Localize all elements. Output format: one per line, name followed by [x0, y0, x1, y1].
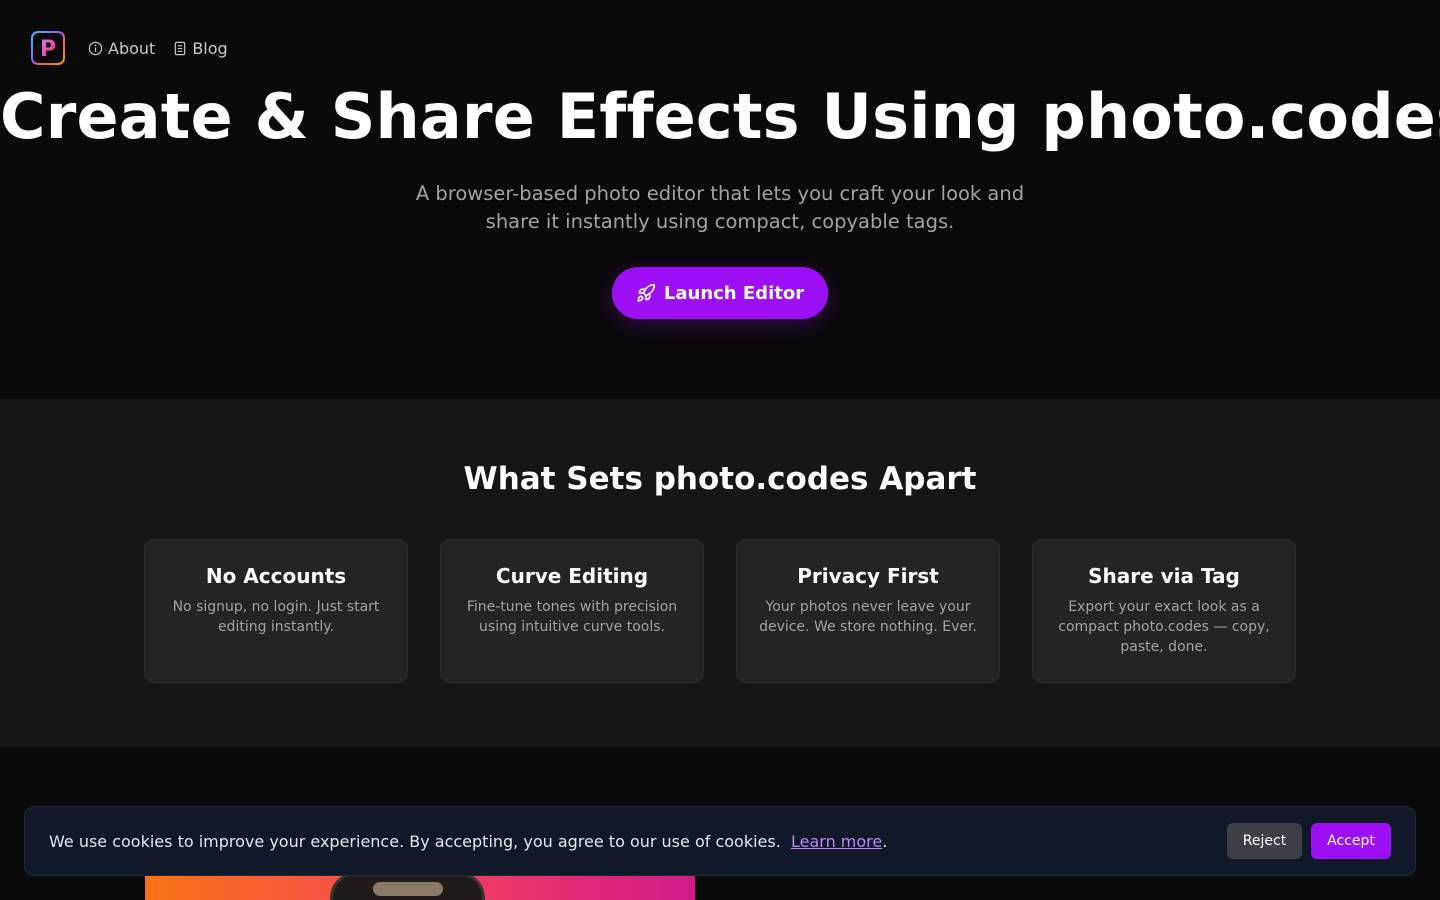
- nav-link-label: About: [108, 38, 156, 58]
- feature-card-text: Fine-tune tones with precision using int…: [466, 599, 678, 635]
- top-nav: P About Blog: [31, 30, 246, 66]
- nav-link-about[interactable]: About: [88, 39, 155, 58]
- features-title: What Sets photo.codes Apart: [463, 461, 977, 497]
- cookie-message-text: We use cookies to improve your experienc…: [49, 831, 791, 851]
- feature-card-no-accounts: No Accounts No signup, no login. Just st…: [144, 539, 408, 683]
- feature-card-text: No signup, no login. Just start editing …: [172, 599, 380, 635]
- feature-card-curve-editing: Curve Editing Fine-tune tones with preci…: [440, 539, 704, 683]
- feature-card-title: Share via Tag: [1088, 564, 1240, 588]
- accept-cookies-button[interactable]: Accept: [1311, 823, 1391, 859]
- rocket-icon: [637, 283, 656, 302]
- nav-link-blog[interactable]: Blog: [173, 38, 228, 58]
- feature-card-share-via-tag: Share via Tag Export your exact look as …: [1032, 539, 1296, 683]
- cookie-message-period: .: [882, 831, 888, 851]
- cookie-message: We use cookies to improve your experienc…: [49, 832, 1227, 851]
- phone-camera: [373, 882, 443, 896]
- logo[interactable]: P: [31, 31, 65, 65]
- logo-letter: P: [40, 37, 56, 60]
- logo-icon: P: [33, 33, 63, 63]
- feature-card-title: Curve Editing: [495, 564, 649, 588]
- cookie-banner: We use cookies to improve your experienc…: [24, 806, 1416, 876]
- feature-card-title: No Accounts: [205, 564, 347, 588]
- hero-title: Create & Share Effects Using photo.codes: [0, 80, 1440, 153]
- nav-links: About Blog: [88, 39, 246, 58]
- launch-editor-button[interactable]: Launch Editor: [612, 267, 828, 319]
- feature-card-title: Privacy First: [797, 564, 939, 588]
- learn-more-link[interactable]: Learn more: [791, 832, 882, 851]
- feature-card-text: Your photos never leave your device. We …: [759, 599, 977, 635]
- feature-card-privacy-first: Privacy First Your photos never leave yo…: [736, 539, 1000, 683]
- feature-card-text: Export your exact look as a compact phot…: [1058, 599, 1270, 655]
- features-section: What Sets photo.codes Apart No Accounts …: [0, 399, 1440, 747]
- reject-cookies-button[interactable]: Reject: [1227, 823, 1302, 859]
- nav-link-label: Blog: [192, 38, 228, 58]
- phone-mockup: [330, 872, 485, 900]
- hero-subtitle: A browser-based photo editor that lets y…: [415, 182, 1025, 233]
- info-icon: [88, 41, 103, 55]
- launch-editor-label: Launch Editor: [663, 282, 805, 304]
- document-icon: [175, 41, 186, 55]
